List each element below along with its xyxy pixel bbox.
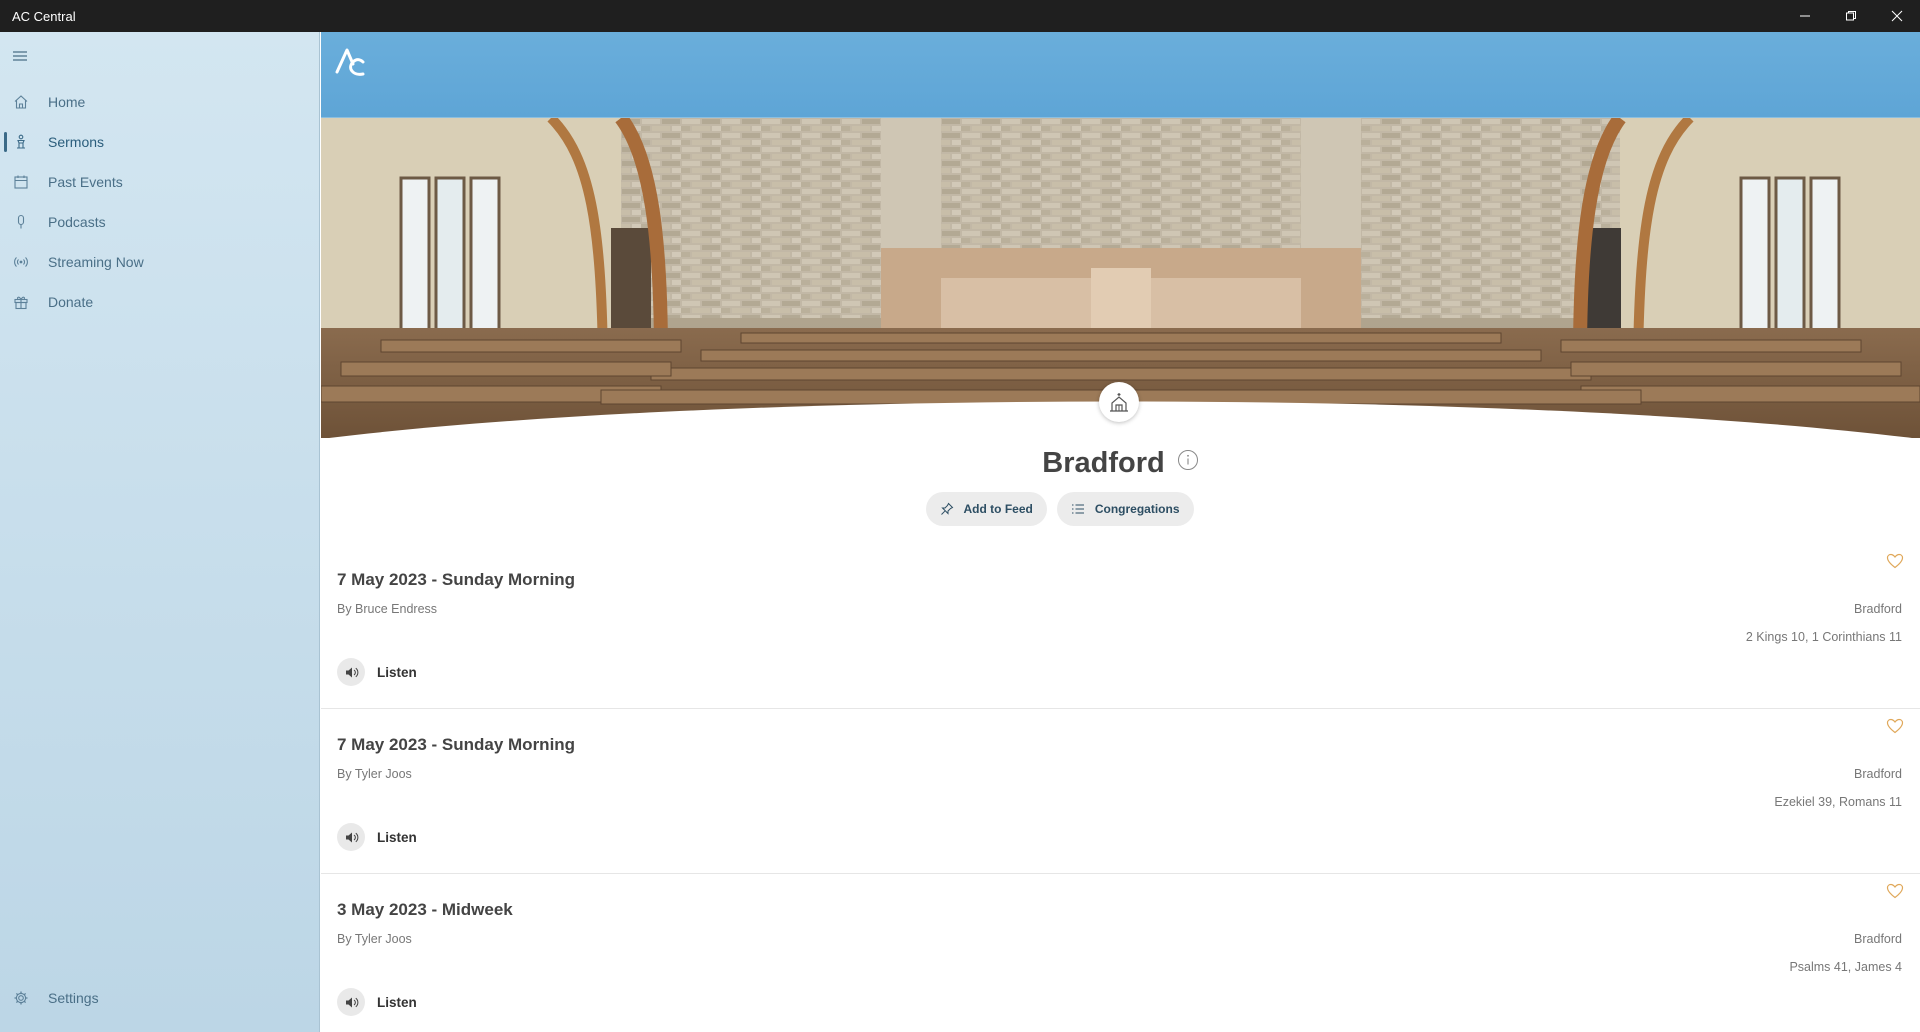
sidebar-item-home[interactable]: Home: [0, 82, 319, 122]
top-app-bar: [321, 32, 1920, 118]
sermon-title: 3 May 2023 - Midweek: [337, 900, 513, 919]
congregations-label: Congregations: [1094, 502, 1180, 516]
main-content: Bradford Add to Feed Congregations 7 May…: [321, 32, 1920, 1032]
sidebar-item-past-events[interactable]: Past Events: [0, 162, 319, 202]
listen-label: Listen: [377, 664, 417, 680]
sidebar-item-label: Settings: [48, 990, 99, 1006]
listen-label: Listen: [377, 994, 417, 1010]
favorite-heart-icon[interactable]: [1886, 552, 1904, 570]
listen-label: Listen: [377, 829, 417, 845]
sermon-title: 7 May 2023 - Sunday Morning: [337, 735, 576, 754]
sidebar-item-label: Home: [48, 94, 86, 110]
sidebar-item-donate[interactable]: Donate: [0, 282, 319, 322]
microphone-icon: [12, 213, 30, 231]
listen-button[interactable]: Listen: [337, 988, 417, 1016]
ac-logo-icon: [335, 48, 365, 76]
listen-button[interactable]: Listen: [337, 823, 417, 851]
sermon-list: 7 May 2023 - Sunday Morning By Bruce End…: [321, 544, 1920, 1032]
restore-icon: [1846, 11, 1856, 21]
sidebar-item-podcasts[interactable]: Podcasts: [0, 202, 319, 242]
sermon-speaker: By Tyler Joos: [337, 932, 412, 946]
sermon-item[interactable]: 7 May 2023 - Sunday Morning By Bruce End…: [321, 544, 1920, 709]
sidebar: Home Sermons Past Events Podcasts Stream…: [0, 32, 320, 1032]
minimize-button[interactable]: [1782, 0, 1828, 32]
gift-icon: [12, 293, 30, 311]
list-icon: [1071, 504, 1084, 514]
info-icon[interactable]: [1177, 449, 1199, 471]
congregations-button[interactable]: Congregations: [1056, 492, 1194, 526]
sermon-congregation: Bradford: [1854, 932, 1902, 946]
sidebar-item-label: Streaming Now: [48, 254, 144, 270]
church-badge: [1099, 382, 1139, 422]
menu-toggle-button[interactable]: [10, 46, 30, 66]
sidebar-item-label: Sermons: [48, 134, 105, 150]
speaker-icon: [337, 658, 365, 686]
sermon-item[interactable]: 3 May 2023 - Midweek By Tyler Joos Bradf…: [321, 874, 1920, 1032]
speaker-icon: [337, 988, 365, 1016]
sermon-scripture: Psalms 41, James 4: [1789, 960, 1902, 974]
sermon-title: 7 May 2023 - Sunday Morning: [337, 570, 576, 589]
church-icon: [1110, 393, 1128, 412]
add-to-feed-label: Add to Feed: [963, 502, 1033, 516]
speaker-icon: [337, 823, 365, 851]
sermon-congregation: Bradford: [1854, 767, 1902, 781]
close-icon: [1891, 10, 1903, 22]
restore-button[interactable]: [1828, 0, 1874, 32]
sermon-congregation: Bradford: [1854, 602, 1902, 616]
gear-icon: [12, 989, 30, 1007]
sermon-speaker: By Tyler Joos: [337, 767, 412, 781]
pin-icon: [940, 502, 953, 515]
sidebar-item-label: Past Events: [48, 174, 123, 190]
add-to-feed-button[interactable]: Add to Feed: [925, 492, 1047, 526]
listen-button[interactable]: Listen: [337, 658, 417, 686]
sermon-speaker: By Bruce Endress: [337, 602, 438, 616]
sidebar-item-settings[interactable]: Settings: [0, 978, 319, 1018]
close-button[interactable]: [1874, 0, 1920, 32]
window-title: AC Central: [12, 8, 76, 24]
sermon-icon: [12, 133, 30, 151]
sidebar-item-sermons[interactable]: Sermons: [0, 122, 319, 162]
sidebar-nav: Home Sermons Past Events Podcasts Stream…: [0, 82, 319, 322]
minimize-icon: [1800, 15, 1810, 17]
favorite-heart-icon[interactable]: [1886, 882, 1904, 900]
broadcast-icon: [12, 253, 30, 271]
favorite-heart-icon[interactable]: [1886, 717, 1904, 735]
title-bar: AC Central: [0, 0, 1920, 32]
hamburger-icon: [13, 51, 27, 61]
sermon-scripture: Ezekiel 39, Romans 11: [1774, 795, 1902, 809]
sermon-scripture: 2 Kings 10, 1 Corinthians 11: [1745, 630, 1902, 644]
home-icon: [12, 93, 30, 111]
sidebar-item-label: Podcasts: [48, 214, 106, 230]
calendar-icon: [12, 173, 30, 191]
page-title: Bradford: [1042, 446, 1165, 479]
sidebar-item-label: Donate: [48, 294, 94, 310]
sidebar-item-streaming-now[interactable]: Streaming Now: [0, 242, 319, 282]
sermon-item[interactable]: 7 May 2023 - Sunday Morning By Tyler Joo…: [321, 709, 1920, 874]
